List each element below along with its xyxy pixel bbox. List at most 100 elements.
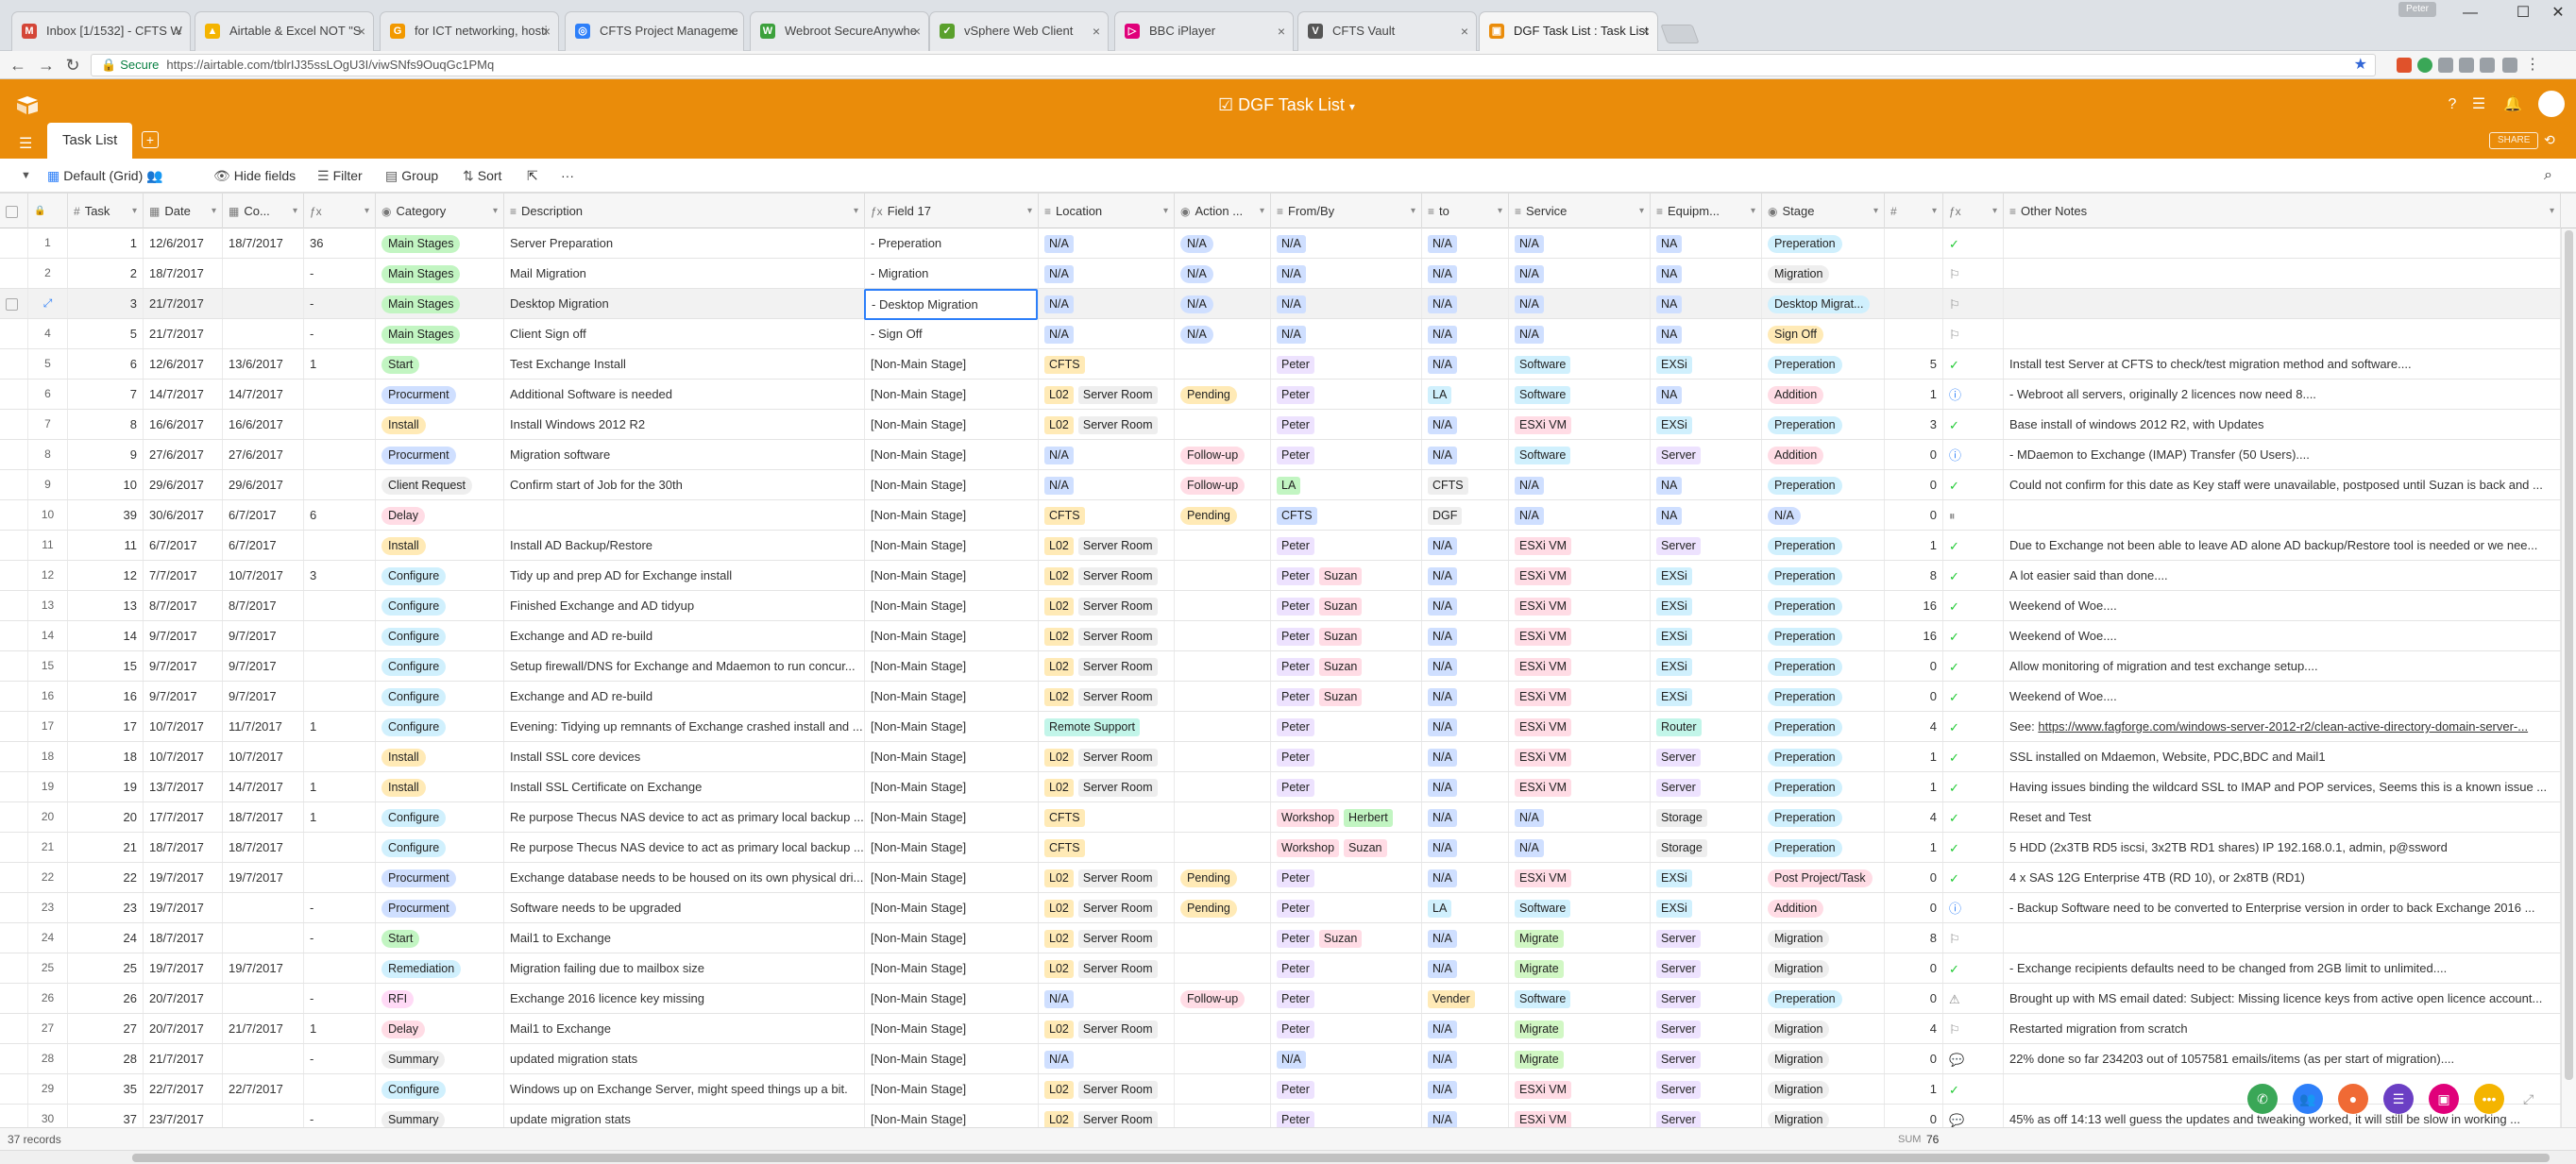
close-tab-icon[interactable]: × [175,12,182,50]
desc-cell[interactable]: Server Preparation [504,228,865,258]
task-number-cell[interactable]: 22 [68,863,144,892]
category-cell[interactable]: Procurment [376,380,504,409]
stage-cell[interactable]: Preperation [1762,531,1885,560]
to-cell[interactable]: N/A [1422,289,1509,318]
desc-cell[interactable]: Migration failing due to mailbox size [504,953,865,983]
hours-cell[interactable]: 0 [1885,651,1943,681]
table-row[interactable]: 21 21 18/7/2017 18/7/2017 Configure Re purpos… [0,833,2576,863]
column-menu-chevron-icon[interactable]: ▾ [1411,194,1415,228]
location-cell[interactable]: L02 Server Room [1039,561,1175,590]
column-header[interactable]: ▦ Co... ▾ [223,194,304,228]
co-cell[interactable] [223,1105,304,1127]
date-cell[interactable]: 19/7/2017 [144,893,223,922]
action-cell[interactable]: Follow-up [1175,440,1271,469]
co-cell[interactable]: 9/7/2017 [223,651,304,681]
location-cell[interactable]: Remote Support [1039,712,1175,741]
row-number[interactable]: 15 [28,651,68,681]
notes-cell[interactable]: Restarted migration from scratch [2004,1014,2561,1043]
browser-tab[interactable]: ◎ CFTS Project Manageme × [565,11,744,51]
desc-cell[interactable]: Tidy up and prep AD for Exchange install [504,561,865,590]
notes-cell[interactable]: - Backup Software need to be converted t… [2004,893,2561,922]
equipment-cell[interactable]: NA [1651,228,1762,258]
stage-cell[interactable]: Preperation [1762,228,1885,258]
table-row[interactable]: 8 9 27/6/2017 27/6/2017 Procurment Migration … [0,440,2576,470]
duration-cell[interactable]: 1 [304,802,376,832]
category-cell[interactable]: Procurment [376,863,504,892]
from-by-cell[interactable]: Workshop Herbert [1271,802,1422,832]
browser-tab[interactable]: ✓ vSphere Web Client × [929,11,1109,51]
field17-cell[interactable]: [Non-Main Stage] [865,772,1039,801]
co-cell[interactable]: 19/7/2017 [223,863,304,892]
row-checkbox-cell[interactable] [0,500,28,530]
action-cell[interactable] [1175,621,1271,650]
desc-cell[interactable]: Install SSL Certificate on Exchange [504,772,865,801]
column-header[interactable]: ◉ Action ... ▾ [1175,194,1271,228]
note-link[interactable]: https://www.fagforge.com/windows-server-… [2038,719,2528,734]
task-number-cell[interactable]: 6 [68,349,144,379]
browser-tab[interactable]: Gfor ICT networking, hosti × [380,11,559,51]
desc-cell[interactable]: Re purpose Thecus NAS device to act as p… [504,802,865,832]
location-cell[interactable]: L02 Server Room [1039,531,1175,560]
service-cell[interactable]: ESXi VM [1509,561,1651,590]
co-cell[interactable] [223,1044,304,1073]
date-cell[interactable]: 18/7/2017 [144,259,223,288]
row-number[interactable]: 22 [28,863,68,892]
table-row[interactable]: 17 17 10/7/2017 11/7/2017 1 Configure Evening:… [0,712,2576,742]
status-cell[interactable]: ✓ [1943,1074,2004,1104]
category-cell[interactable]: Install [376,772,504,801]
stage-cell[interactable]: Preperation [1762,410,1885,439]
browser-tab[interactable]: ▲ Airtable & Excel NOT "S × [195,11,374,51]
row-number[interactable]: 7 [28,410,68,439]
hours-cell[interactable]: 8 [1885,923,1943,953]
table-row[interactable]: 1 1 12/6/2017 18/7/2017 36 Main Stages Server … [0,228,2576,259]
vertical-scroll-thumb[interactable] [2565,230,2573,1080]
field17-cell[interactable]: [Non-Main Stage] [865,1044,1039,1073]
help-icon[interactable]: ? [2442,94,2463,115]
desc-cell[interactable]: Evening: Tidying up remnants of Exchange… [504,712,865,741]
task-number-cell[interactable]: 14 [68,621,144,650]
column-header[interactable]: ≡ Description ▾ [504,194,865,228]
column-header[interactable]: ◉ Stage ▾ [1762,194,1885,228]
column-header[interactable]: ≡ Service ▾ [1509,194,1651,228]
notes-cell[interactable] [2004,500,2561,530]
date-cell[interactable]: 29/6/2017 [144,470,223,499]
service-cell[interactable]: N/A [1509,289,1651,318]
desc-cell[interactable]: Mail1 to Exchange [504,923,865,953]
row-checkbox-cell[interactable] [0,591,28,620]
duration-cell[interactable]: - [304,289,376,318]
new-tab-button[interactable] [1660,25,1700,43]
table-row[interactable]: 5 6 12/6/2017 13/6/2017 1 Start Test Exchange … [0,349,2576,380]
field17-cell[interactable]: [Non-Main Stage] [865,953,1039,983]
to-cell[interactable]: N/A [1422,863,1509,892]
from-by-cell[interactable]: N/A [1271,1044,1422,1073]
task-number-cell[interactable]: 13 [68,591,144,620]
location-cell[interactable]: CFTS [1039,833,1175,862]
column-header[interactable]: ƒx Field 17 ▾ [865,194,1039,228]
row-number[interactable]: 6 [28,380,68,409]
duration-cell[interactable] [304,833,376,862]
column-menu-chevron-icon[interactable]: ▾ [1027,194,1032,228]
duration-cell[interactable] [304,470,376,499]
table-row[interactable]: 22 22 19/7/2017 19/7/2017 Procurment Exchange… [0,863,2576,893]
service-cell[interactable]: N/A [1509,500,1651,530]
equipment-cell[interactable]: Server [1651,531,1762,560]
date-cell[interactable]: 21/7/2017 [144,289,223,318]
row-number[interactable]: 12 [28,561,68,590]
row-checkbox-cell[interactable] [0,1074,28,1104]
to-cell[interactable]: N/A [1422,1014,1509,1043]
category-cell[interactable]: Delay [376,500,504,530]
date-cell[interactable]: 12/6/2017 [144,349,223,379]
table-row[interactable]: 4 5 21/7/2017 - Main Stages Client Sign off - … [0,319,2576,349]
close-tab-icon[interactable]: × [913,12,921,50]
service-cell[interactable]: N/A [1509,319,1651,348]
duration-cell[interactable]: 3 [304,561,376,590]
column-header[interactable]: ≡ to ▾ [1422,194,1509,228]
action-cell[interactable] [1175,651,1271,681]
location-cell[interactable]: L02 Server Room [1039,772,1175,801]
equipment-cell[interactable]: NA [1651,289,1762,318]
co-cell[interactable]: 14/7/2017 [223,380,304,409]
equipment-cell[interactable]: EXSi [1651,863,1762,892]
action-cell[interactable] [1175,1014,1271,1043]
row-checkbox-cell[interactable] [0,380,28,409]
stage-cell[interactable]: Migration [1762,953,1885,983]
